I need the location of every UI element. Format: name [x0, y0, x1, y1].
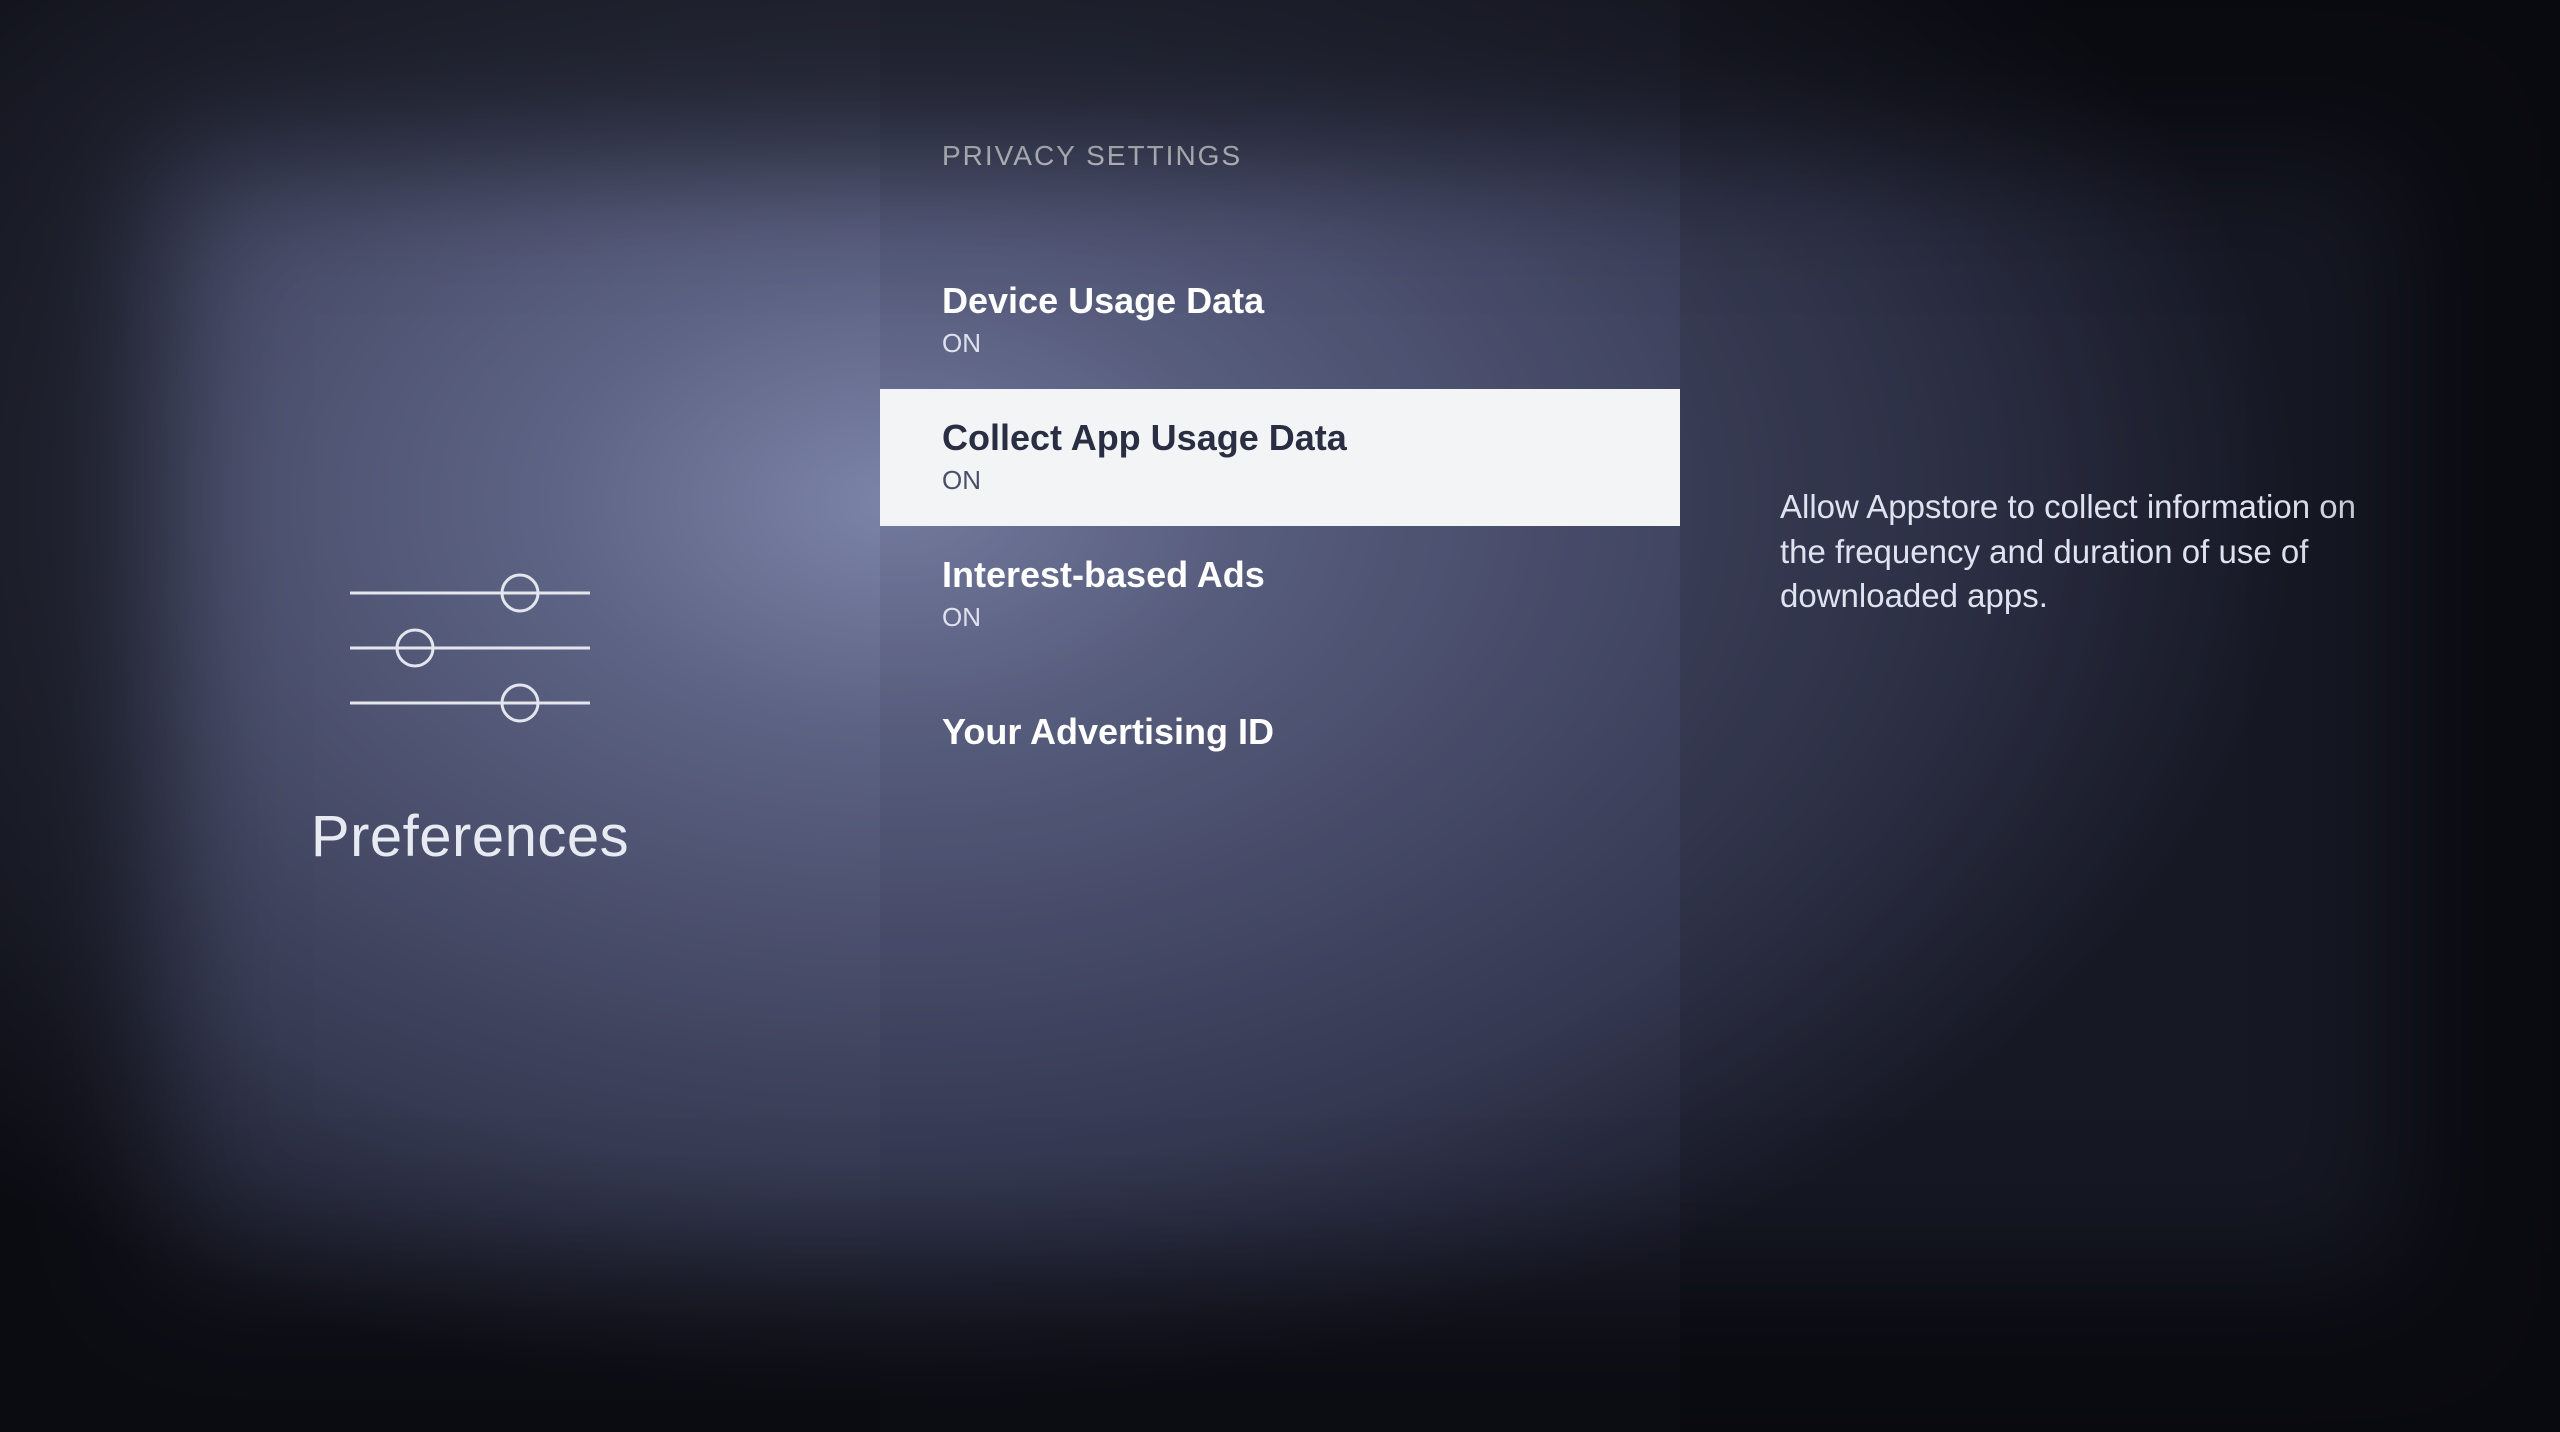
sliders-icon	[340, 563, 600, 733]
menu-item-your-advertising-id[interactable]: Your Advertising ID	[880, 683, 1680, 783]
menu-item-title: Device Usage Data	[942, 280, 1618, 322]
menu-item-collect-app-usage-data[interactable]: Collect App Usage Data ON	[880, 389, 1680, 526]
section-header: PRIVACY SETTINGS	[880, 140, 1680, 172]
menu-item-title: Collect App Usage Data	[942, 417, 1618, 459]
left-category-panel: Preferences	[0, 0, 880, 1432]
menu-item-status: ON	[942, 465, 1618, 496]
settings-list-panel: PRIVACY SETTINGS Device Usage Data ON Co…	[880, 0, 1680, 1432]
description-panel: Allow Appstore to collect information on…	[1680, 0, 2560, 1432]
menu-item-interest-based-ads[interactable]: Interest-based Ads ON	[880, 526, 1680, 663]
category-title: Preferences	[311, 803, 629, 870]
settings-screen: Preferences PRIVACY SETTINGS Device Usag…	[0, 0, 2560, 1432]
setting-description: Allow Appstore to collect information on…	[1780, 485, 2380, 619]
menu-item-title: Your Advertising ID	[942, 711, 1618, 753]
menu-item-title: Interest-based Ads	[942, 554, 1618, 596]
menu-item-status: ON	[942, 328, 1618, 359]
menu-item-status: ON	[942, 602, 1618, 633]
menu-item-device-usage-data[interactable]: Device Usage Data ON	[880, 252, 1680, 389]
